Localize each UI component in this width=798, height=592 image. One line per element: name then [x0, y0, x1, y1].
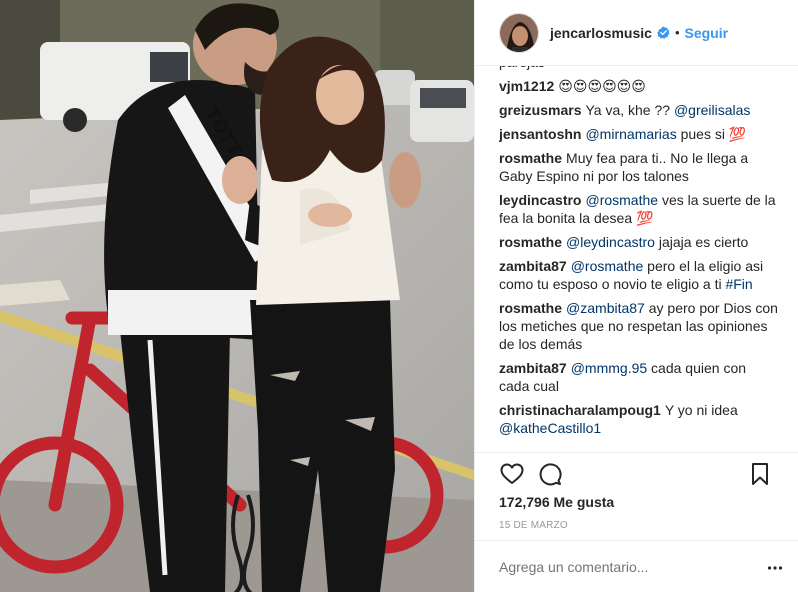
post-date[interactable]: 15 DE MARZO: [499, 520, 568, 531]
comment-hashtag-link[interactable]: #Fin: [725, 276, 752, 292]
comment-username[interactable]: vjm1212: [499, 78, 554, 94]
couple-on-bicycle-photo: TOTTO: [0, 0, 474, 592]
comment-username[interactable]: christinacharalampoug1: [499, 402, 661, 418]
separator-dot: •: [674, 25, 680, 40]
comment-item: jensantoshn @mirnamarias pues si 💯: [499, 125, 779, 143]
comment-mention-link[interactable]: @katheCastillo1: [499, 420, 601, 436]
likes-count[interactable]: 172,796 Me gusta: [499, 494, 614, 510]
comment-text: Ya va, khe ??: [585, 102, 674, 118]
comment-username[interactable]: zambita87: [499, 360, 567, 376]
comment-mention-link[interactable]: @leydincastro: [566, 234, 655, 250]
comment-item: zambita87 @mmmg.95 cada quien con cada cu…: [499, 359, 779, 395]
comment-mention-link[interactable]: @mmmg.95: [571, 360, 647, 376]
comment-mention-link[interactable]: @greilisalas: [674, 102, 750, 118]
comments-scroll-content: parejas vjm1212😍😍😍😍😍😍 greizusmarsYa va, kh…: [499, 66, 779, 443]
comment-text: pues si 💯: [676, 126, 747, 142]
comment-mention-link[interactable]: @zambita87: [566, 300, 645, 316]
comment-item: greizusmars Ya va, khe ?? @greilisalas: [499, 101, 779, 119]
comment-mention-link[interactable]: @mirnamarias: [585, 126, 676, 142]
comment-item: rosmathe Muy fea para ti.. No le llega a …: [499, 149, 779, 185]
comment-item: rosmathe @leydincastro jajaja es cierto: [499, 233, 779, 251]
instagram-post: TOTTO jencarlosmusic • Seguir vjm1212 😍😍…: [0, 0, 798, 592]
comment-username[interactable]: leydincastro: [499, 192, 581, 208]
comment-text: 😍😍😍😍😍😍: [558, 78, 646, 94]
avatar[interactable]: [499, 12, 539, 53]
comment-username[interactable]: rosmathe: [499, 300, 562, 316]
comment-username[interactable]: rosmathe: [499, 150, 562, 166]
like-button[interactable]: [499, 461, 525, 487]
comment-item: zambita87 @rosmathe pero el la eligio asi…: [499, 257, 779, 293]
comment-item: vjm1212 😍😍😍😍😍😍: [499, 77, 779, 95]
comment-username[interactable]: rosmathe: [499, 234, 562, 250]
username[interactable]: jencarlosmusic: [550, 25, 652, 41]
comment-username[interactable]: zambita87: [499, 258, 567, 274]
comments-list[interactable]: parejas vjm1212😍😍😍😍😍😍 greizusmarsYa va, kh…: [499, 66, 787, 452]
comment-item: leydincastro @rosmathe ves la suerte de l…: [499, 191, 779, 227]
post-photo[interactable]: TOTTO: [0, 0, 474, 592]
add-comment-section: [475, 540, 798, 592]
comment-text: parejas: [499, 66, 545, 70]
heart-icon: [500, 463, 524, 484]
comment-text: Y yo ni idea: [664, 402, 738, 418]
comment-bubble-icon: [539, 463, 562, 486]
post-side-panel: jencarlosmusic • Seguir parejas vjm1212😍😍…: [474, 0, 798, 592]
comment-username[interactable]: greizusmars: [499, 102, 581, 118]
follow-button[interactable]: Seguir: [685, 25, 729, 41]
bookmark-icon: [752, 463, 768, 485]
save-button[interactable]: [747, 461, 773, 487]
comment-mention-link[interactable]: @rosmathe: [585, 192, 658, 208]
post-header: jencarlosmusic • Seguir: [475, 0, 798, 66]
comment-item: parejas: [499, 66, 779, 71]
comment-item: christinacharalampoug1 Y yo ni idea @kath…: [499, 401, 779, 437]
profile-picture: [500, 13, 538, 52]
comment-username[interactable]: jensantoshn: [499, 126, 581, 142]
more-options-icon[interactable]: [767, 561, 783, 575]
comment-text: jajaja es cierto: [654, 234, 749, 250]
comment-button[interactable]: [537, 461, 563, 487]
comment-item: rosmathe @zambita87 ay pero por Dios con …: [499, 299, 779, 353]
comment-mention-link[interactable]: @rosmathe: [571, 258, 644, 274]
verified-badge-icon: [657, 26, 670, 39]
comment-input[interactable]: [499, 559, 739, 575]
action-bar: [475, 452, 798, 492]
